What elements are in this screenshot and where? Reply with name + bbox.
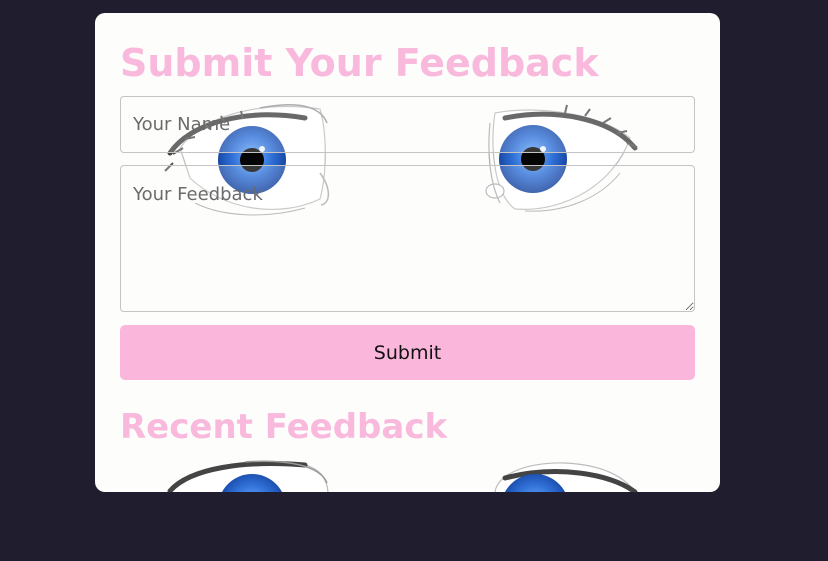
name-input[interactable] xyxy=(120,96,695,153)
feedback-textarea[interactable] xyxy=(120,165,695,312)
page-title: Submit Your Feedback xyxy=(120,41,599,85)
recent-feedback-heading: Recent Feedback xyxy=(120,407,448,447)
feedback-card: Submit Your Feedback Submit Recent Feedb… xyxy=(95,13,720,492)
lower-eyes-graphic xyxy=(167,460,638,492)
submit-button[interactable]: Submit xyxy=(120,325,695,380)
